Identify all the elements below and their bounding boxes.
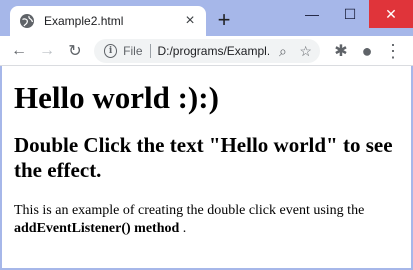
new-tab-button[interactable]: + <box>214 9 234 31</box>
reload-icon[interactable]: ↻ <box>64 40 86 62</box>
paragraph-bold-text: addEventListener() method <box>14 221 180 236</box>
paragraph-text: This is an example of creating the doubl… <box>14 203 365 218</box>
back-arrow-icon[interactable]: ← <box>8 40 30 62</box>
profile-icon[interactable]: ● <box>356 40 378 62</box>
page-subheading: Double Click the text "Hello world" to s… <box>14 133 393 182</box>
maximize-button[interactable]: ☐ <box>331 0 369 28</box>
info-icon[interactable]: i <box>104 44 118 58</box>
description-paragraph: This is an example of creating the doubl… <box>14 202 409 238</box>
browser-window: Example2.html × + — ☐ ✕ ← → ↻ i File D:/… <box>0 0 413 270</box>
bookmark-star-icon[interactable]: ☆ <box>297 42 314 60</box>
minimize-button[interactable]: — <box>293 0 331 28</box>
globe-icon <box>20 14 34 28</box>
forward-arrow-icon[interactable]: → <box>36 40 58 62</box>
page-heading[interactable]: Hello world :):) <box>14 80 219 116</box>
menu-icon[interactable]: ⋮ <box>382 40 404 62</box>
window-controls: — ☐ ✕ <box>293 0 413 28</box>
zoom-icon[interactable]: ⌕ <box>275 42 292 60</box>
omnibox-divider <box>149 44 151 58</box>
tab-title: Example2.html <box>44 14 124 28</box>
tab-strip: Example2.html × + — ☐ ✕ <box>0 0 413 36</box>
close-tab-icon[interactable]: × <box>182 13 198 29</box>
browser-toolbar: ← → ↻ i File D:/programs/Exampl... ⌕ ☆ ✱… <box>0 36 413 66</box>
tab-example2[interactable]: Example2.html × <box>10 6 206 36</box>
paragraph-end: . <box>179 221 187 236</box>
extensions-icon[interactable]: ✱ <box>330 40 352 62</box>
url-text[interactable]: D:/programs/Exampl... <box>157 44 268 58</box>
page-content: Hello world :):) Double Click the text "… <box>2 66 411 268</box>
close-window-button[interactable]: ✕ <box>369 0 413 28</box>
address-bar[interactable]: i File D:/programs/Exampl... ⌕ ☆ <box>94 39 320 63</box>
scheme-label: File <box>123 44 143 58</box>
